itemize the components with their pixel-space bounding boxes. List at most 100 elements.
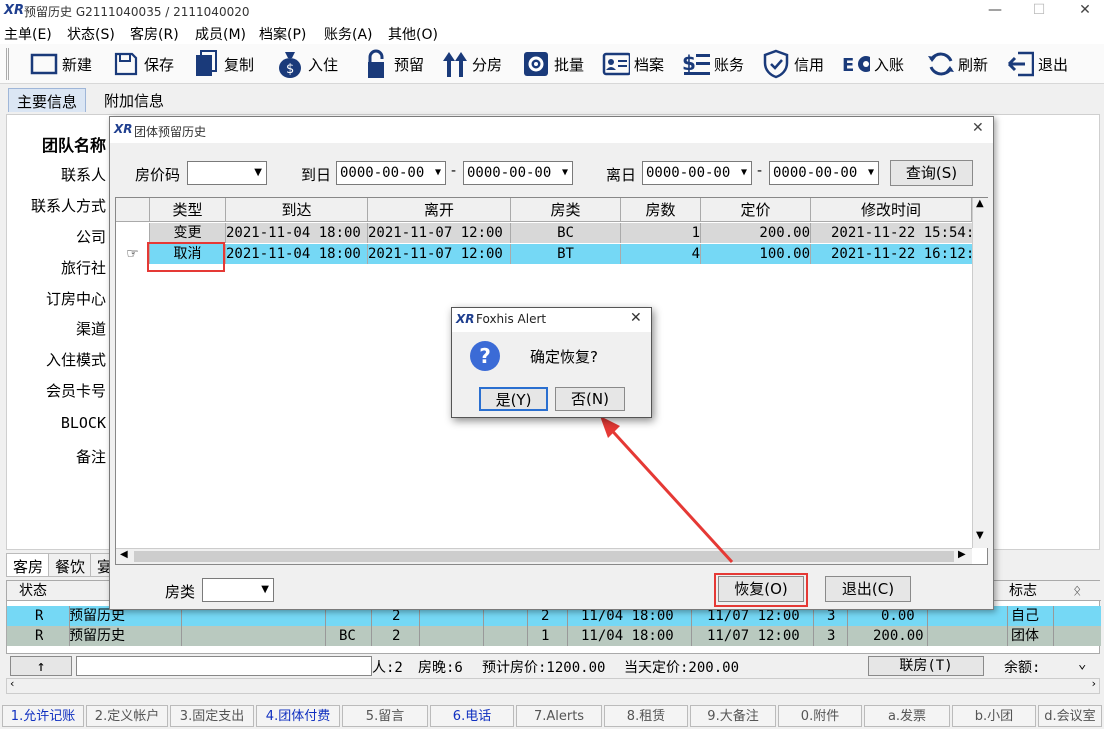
- dialog-logo: XR: [114, 122, 133, 136]
- grid-divider: [69, 606, 70, 646]
- header-price: 定价: [701, 198, 811, 222]
- join-room-button[interactable]: 联房(T): [868, 656, 984, 676]
- row-count-a: 2: [392, 628, 401, 644]
- scroll-down-icon[interactable]: ▼: [976, 530, 984, 541]
- menu-members[interactable]: 成员(M): [195, 24, 246, 44]
- menu-profile[interactable]: 档案(P): [259, 24, 306, 44]
- tab-extra-info[interactable]: 附加信息: [96, 88, 172, 112]
- row-modified: 2021-11-22 16:12:: [831, 246, 972, 262]
- tab-main-info[interactable]: 主要信息: [8, 88, 87, 112]
- tab-banquet[interactable]: 宴: [90, 553, 110, 577]
- fkey-alerts[interactable]: 7.Alerts: [516, 705, 602, 727]
- app-logo: XR: [4, 3, 25, 18]
- dialog-exit-button[interactable]: 退出(C): [825, 576, 911, 602]
- fkey-fixed-charge[interactable]: 3.固定支出: [170, 705, 254, 727]
- no-button[interactable]: 否(N): [555, 387, 625, 411]
- fkey-rental[interactable]: 8.租赁: [604, 705, 688, 727]
- room-type-select[interactable]: ▼: [202, 578, 274, 602]
- alert-close-icon[interactable]: ✕: [630, 310, 642, 326]
- minimize-button[interactable]: —: [984, 2, 1006, 20]
- credit-button[interactable]: 信用: [762, 48, 824, 80]
- copy-button[interactable]: 复制: [192, 48, 254, 80]
- table-row[interactable]: ☞ 取消 2021-11-04 18:00 2021-11-07 12:00 B…: [116, 244, 972, 264]
- fkey-subgroup[interactable]: b.小团: [952, 705, 1036, 727]
- maximize-button[interactable]: ☐: [1028, 2, 1050, 20]
- rate-code-select[interactable]: ▼: [187, 161, 267, 185]
- menu-other[interactable]: 其他(O): [388, 24, 438, 44]
- scroll-right-icon[interactable]: ›: [1092, 677, 1096, 690]
- exit-label: 退出: [1038, 55, 1069, 74]
- arrival-label: 到日: [301, 166, 332, 184]
- grid-divider: [527, 606, 528, 646]
- room-nights: 房晚:6: [418, 660, 463, 676]
- header-depart: 离开: [368, 198, 511, 222]
- fkey-invoice[interactable]: a.发票: [864, 705, 950, 727]
- grid-divider: [927, 606, 928, 646]
- fkey-phone[interactable]: 6.电话: [430, 705, 514, 727]
- label-member-card: 会员卡号: [45, 382, 106, 400]
- summary-input[interactable]: [76, 656, 372, 676]
- fkey-meeting-room[interactable]: d.会议室: [1038, 705, 1102, 727]
- header-more: ᛟ: [1073, 583, 1082, 599]
- dialog-close-icon[interactable]: ✕: [972, 120, 984, 136]
- menu-accounts[interactable]: 账务(A): [324, 24, 373, 44]
- hscroll-thumb[interactable]: [134, 551, 954, 562]
- row-depart: 2021-11-07 12:00: [368, 223, 511, 243]
- yes-button[interactable]: 是(Y): [479, 387, 548, 411]
- bottom-hscrollbar[interactable]: ‹ ›: [6, 677, 1100, 694]
- label-company: 公司: [75, 228, 106, 246]
- arrival-to-input[interactable]: 0000-00-00 ▼: [463, 161, 573, 185]
- fkey-attachment[interactable]: 0.附件: [778, 705, 862, 727]
- dialog-title-bar: XR 团体预留历史 ✕: [110, 117, 993, 143]
- fkey-allow-charge[interactable]: 1.允许记账: [2, 705, 84, 727]
- accounts-button[interactable]: $ 账务: [682, 48, 744, 80]
- tab-rooms[interactable]: 客房: [6, 553, 51, 577]
- fkey-message[interactable]: 5.留言: [342, 705, 428, 727]
- fkey-define-account[interactable]: 2.定义帐户: [86, 705, 168, 727]
- profile-button[interactable]: 档案: [602, 48, 664, 80]
- post-button[interactable]: E 入账: [842, 48, 904, 80]
- close-button[interactable]: ✕: [1074, 2, 1096, 20]
- menu-room[interactable]: 客房(R): [130, 24, 179, 44]
- query-button[interactable]: 查询(S): [890, 160, 973, 186]
- arrival-from-input[interactable]: 0000-00-00 ▼: [336, 161, 446, 185]
- table-row[interactable]: R 预留历史 BC 2 1 11/04 18:00 11/07 12:00 3 …: [7, 626, 1101, 646]
- row-departure: 11/07 12:00: [707, 628, 800, 644]
- scroll-up-button[interactable]: ↑: [10, 656, 72, 676]
- tab-dining[interactable]: 餐饮: [48, 553, 93, 577]
- refresh-button[interactable]: 刷新: [926, 48, 988, 80]
- chevron-down-icon[interactable]: ⌄: [1078, 656, 1086, 672]
- table-vscrollbar[interactable]: ▲ ▼: [972, 198, 988, 548]
- copy-label: 复制: [224, 55, 255, 74]
- fkey-group-pay[interactable]: 4.团体付费: [256, 705, 340, 727]
- table-row[interactable]: 变更 2021-11-04 18:00 2021-11-07 12:00 BC …: [116, 223, 972, 243]
- row-depart: 2021-11-07 12:00: [368, 244, 511, 264]
- scroll-up-icon[interactable]: ▲: [976, 198, 984, 209]
- scroll-left-icon[interactable]: ‹: [10, 677, 14, 690]
- profile-label: 档案: [634, 55, 665, 74]
- departure-from-input[interactable]: 0000-00-00 ▼: [642, 161, 752, 185]
- assign-room-button[interactable]: 分房: [440, 48, 502, 80]
- new-button[interactable]: 新建: [30, 48, 92, 80]
- exit-button[interactable]: 退出: [1006, 48, 1068, 80]
- annotation-arrow: [600, 416, 734, 564]
- checkin-button[interactable]: $ 入住: [276, 48, 338, 80]
- dollar-list-icon: $: [682, 50, 710, 78]
- menu-status[interactable]: 状态(S): [67, 24, 115, 44]
- question-icon: ?: [470, 341, 500, 371]
- row-room-type: BC: [339, 628, 356, 644]
- estimated-price: 预计房价:1200.00: [482, 660, 606, 676]
- function-key-bar: 1.允许记账 2.定义帐户 3.固定支出 4.团体付费 5.留言 6.电话 7.…: [0, 703, 1104, 729]
- scroll-right-icon[interactable]: ▶: [958, 549, 966, 560]
- row-flag: 自己: [1011, 608, 1039, 624]
- batch-button[interactable]: 批量: [522, 48, 584, 80]
- table-hscrollbar[interactable]: ◀ ▶: [116, 548, 972, 564]
- menu-main[interactable]: 主单(E): [4, 24, 52, 44]
- fkey-big-remark[interactable]: 9.大备注: [690, 705, 776, 727]
- reserve-button[interactable]: 预留: [362, 48, 424, 80]
- departure-to-input[interactable]: 0000-00-00 ▼: [769, 161, 879, 185]
- checkin-label: 入住: [308, 55, 339, 74]
- toolbar: 新建 保存 复制 $ 入住 预留 分房 批量 档案 $ 账务 信用 E 入账 刷…: [0, 44, 1104, 84]
- save-button[interactable]: 保存: [112, 48, 174, 80]
- scroll-left-icon[interactable]: ◀: [120, 549, 128, 560]
